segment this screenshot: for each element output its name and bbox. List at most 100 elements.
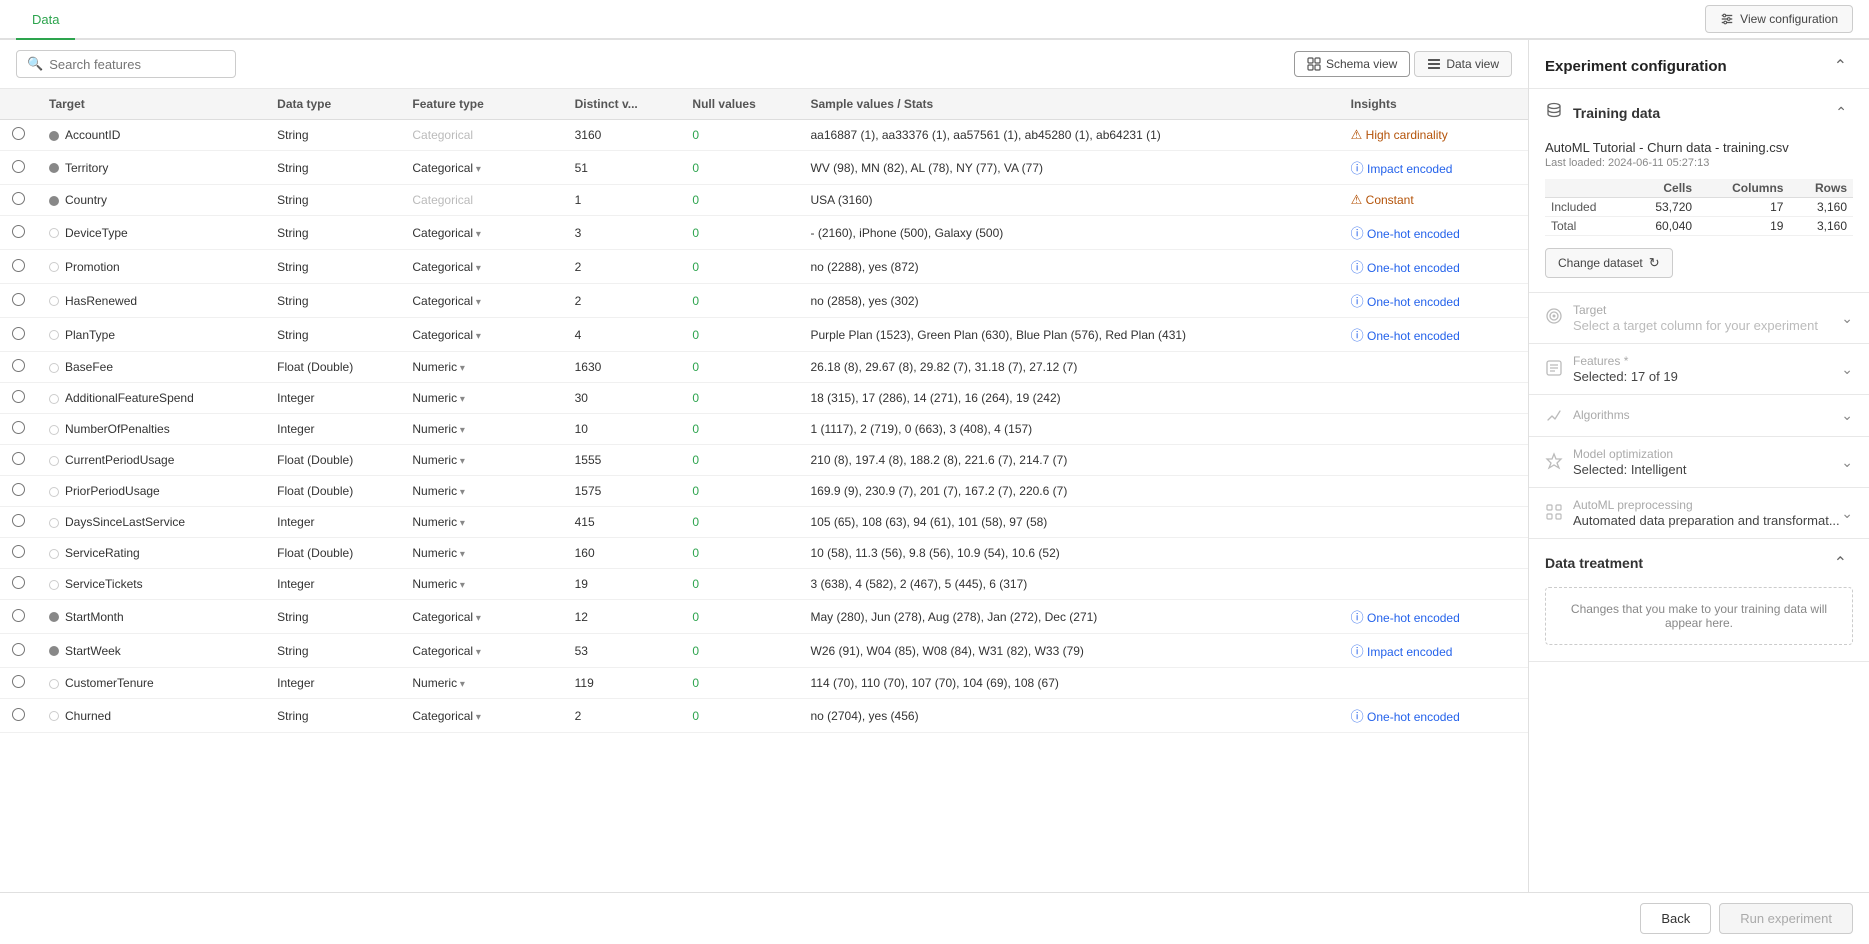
data-view-label: Data view [1446,57,1499,71]
target-radio[interactable] [12,675,25,688]
target-radio[interactable] [12,259,25,272]
sample-values-cell: no (2858), yes (302) [799,284,1339,318]
target-radio[interactable] [12,192,25,205]
target-radio[interactable] [12,708,25,721]
sample-values-cell: 114 (70), 110 (70), 107 (70), 104 (69), … [799,668,1339,699]
target-radio[interactable] [12,545,25,558]
feature-type-chevron-icon[interactable]: ▾ [457,487,465,498]
target-config-header[interactable]: Target Select a target column for your e… [1529,293,1869,343]
features-config-header[interactable]: Features * Selected: 17 of 19 ⌄ [1529,344,1869,394]
feature-type-cell[interactable]: Numeric ▾ [400,414,562,445]
data-type-cell: String [265,216,400,250]
feature-type-cell[interactable]: Numeric ▾ [400,445,562,476]
feature-circle-icon [49,196,59,206]
target-radio[interactable] [12,359,25,372]
insight-label: Impact encoded [1364,645,1453,659]
features-chevron-icon[interactable]: ⌄ [1841,361,1853,378]
target-radio[interactable] [12,452,25,465]
feature-type-chevron-icon[interactable]: ▾ [473,331,481,342]
automl-preprocessing-chevron-icon[interactable]: ⌄ [1841,505,1853,522]
feature-name: ServiceTickets [37,569,265,600]
model-optimization-chevron-icon[interactable]: ⌄ [1841,454,1853,471]
model-optimization-config-section: Model optimization Selected: Intelligent… [1529,437,1869,488]
training-data-collapse-button[interactable]: ⌃ [1829,102,1853,123]
feature-circle-icon [49,580,59,590]
feature-type-chevron-icon[interactable]: ▾ [473,263,481,274]
feature-type-chevron-icon[interactable]: ▾ [457,425,465,436]
feature-type-cell[interactable]: Categorical ▾ [400,216,562,250]
search-input[interactable] [49,57,225,72]
sample-values-cell: 26.18 (8), 29.67 (8), 29.82 (7), 31.18 (… [799,352,1339,383]
null-values-cell: 0 [680,414,798,445]
feature-type-cell[interactable]: Categorical ▾ [400,600,562,634]
algorithms-config-header[interactable]: Algorithms ⌄ [1529,395,1869,436]
back-button[interactable]: Back [1640,903,1711,934]
feature-type-chevron-icon[interactable]: ▾ [457,394,465,405]
feature-type-cell[interactable]: Numeric ▾ [400,476,562,507]
feature-type-chevron-icon[interactable]: ▾ [457,679,465,690]
run-experiment-button[interactable]: Run experiment [1719,903,1853,934]
feature-type-cell[interactable]: Numeric ▾ [400,569,562,600]
null-values-cell: 0 [680,284,798,318]
right-panel-collapse-button[interactable]: ⌃ [1828,54,1853,78]
feature-type-cell[interactable]: Numeric ▾ [400,507,562,538]
features-table-wrap: Target Data type Feature type Distinct v… [0,89,1528,892]
feature-type-cell[interactable]: Categorical ▾ [400,699,562,733]
feature-type-chevron-icon[interactable]: ▾ [473,229,481,240]
feature-type-cell[interactable]: Categorical ▾ [400,250,562,284]
target-radio[interactable] [12,483,25,496]
schema-view-button[interactable]: Schema view [1294,51,1410,77]
feature-type-cell[interactable]: Numeric ▾ [400,538,562,569]
feature-type-chevron-icon[interactable]: ▾ [473,613,481,624]
feature-type-chevron-icon[interactable]: ▾ [473,164,481,175]
feature-type-cell[interactable]: Categorical ▾ [400,151,562,185]
tab-data[interactable]: Data [16,0,75,40]
feature-type-chevron-icon[interactable]: ▾ [457,549,465,560]
feature-type-cell[interactable]: Numeric ▾ [400,352,562,383]
info-icon: ⓘ [1351,226,1364,241]
feature-type-cell[interactable]: Numeric ▾ [400,668,562,699]
model-optimization-config-header[interactable]: Model optimization Selected: Intelligent… [1529,437,1869,487]
data-view-button[interactable]: Data view [1414,51,1512,77]
target-radio[interactable] [12,225,25,238]
target-radio[interactable] [12,421,25,434]
target-radio[interactable] [12,327,25,340]
target-radio[interactable] [12,643,25,656]
target-radio[interactable] [12,160,25,173]
feature-type-chevron-icon[interactable]: ▾ [473,297,481,308]
sample-values-cell: - (2160), iPhone (500), Galaxy (500) [799,216,1339,250]
data-treatment-collapse-button[interactable]: ⌃ [1828,551,1853,575]
feature-type-label: Numeric [412,422,457,436]
feature-type-chevron-icon[interactable]: ▾ [457,518,465,529]
target-icon [1545,307,1563,330]
target-radio[interactable] [12,609,25,622]
algorithms-config-section: Algorithms ⌄ [1529,395,1869,437]
sample-values-cell: no (2704), yes (456) [799,699,1339,733]
feature-type-cell[interactable]: Categorical ▾ [400,284,562,318]
null-value: 0 [692,453,699,467]
feature-type-chevron-icon[interactable]: ▾ [457,363,465,374]
target-radio[interactable] [12,390,25,403]
insights-cell [1339,507,1528,538]
feature-type-cell[interactable]: Numeric ▾ [400,383,562,414]
target-radio[interactable] [12,127,25,140]
view-configuration-button[interactable]: View configuration [1705,5,1853,33]
algorithms-chevron-icon[interactable]: ⌄ [1841,407,1853,424]
target-radio[interactable] [12,514,25,527]
automl-preprocessing-config-header[interactable]: AutoML preprocessing Automated data prep… [1529,488,1869,538]
null-values-cell: 0 [680,668,798,699]
target-radio[interactable] [12,293,25,306]
change-dataset-button[interactable]: Change dataset ↻ [1545,248,1673,278]
null-values-cell: 0 [680,538,798,569]
target-chevron-icon[interactable]: ⌄ [1841,310,1853,327]
feature-type-cell[interactable]: Categorical ▾ [400,318,562,352]
feature-type-chevron-icon[interactable]: ▾ [473,647,481,658]
target-radio[interactable] [12,576,25,589]
feature-type-chevron-icon[interactable]: ▾ [473,712,481,723]
col-header-datatype: Data type [265,89,400,120]
feature-type-chevron-icon[interactable]: ▾ [457,580,465,591]
null-values-cell: 0 [680,445,798,476]
feature-type-cell[interactable]: Categorical ▾ [400,634,562,668]
feature-type-chevron-icon[interactable]: ▾ [457,456,465,467]
stats-table: Cells Columns Rows Included53,720173,160… [1545,179,1853,236]
